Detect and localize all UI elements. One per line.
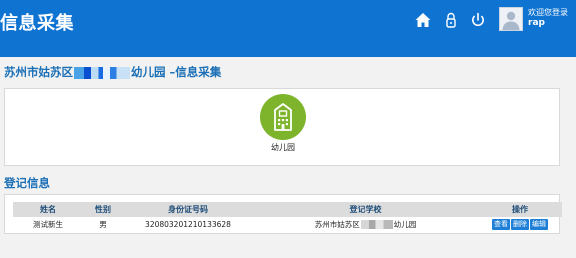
column-header-name: 姓名 [40,205,56,214]
page-title-suffix: 幼儿园 –信息采集 [131,65,222,79]
registration-table: 姓名 性别 身份证号码 登记学校 操作 测试新生 男 3208032012101… [13,202,562,231]
edit-button[interactable]: 编辑 [530,218,548,230]
view-button[interactable]: 查看 [492,218,510,230]
avatar[interactable] [499,7,523,31]
school-suffix: 幼儿园 [393,219,417,229]
column-header-school: 登记学校 [349,205,382,214]
table-row: 测试新生 男 320803201210133628 苏州市姑苏区 幼儿园 查看 删除… [13,217,562,231]
power-icon[interactable] [469,11,487,29]
redacted-school-name [360,220,393,229]
category-panel: 幼儿园 [4,88,560,166]
registration-table-container: 姓名 性别 身份证号码 登记学校 操作 测试新生 男 3208032012101… [4,194,562,234]
column-header-sex: 性别 [95,205,111,214]
registration-section-title: 登记信息 [4,176,50,190]
cell-id-number: 320803201210133628 [145,219,231,229]
app-title: 信息采集 [0,13,74,34]
page-title: 苏州市姑苏区 幼儿园 –信息采集 [4,64,221,80]
redacted-school-name [74,66,130,79]
kindergarten-circle [260,94,306,140]
cell-sex: 男 [99,219,107,229]
cell-name: 测试新生 [33,219,63,229]
school-prefix: 苏州市姑苏区 [314,219,360,229]
kindergarten-label: 幼儿园 [271,143,295,152]
cell-school: 苏州市姑苏区 幼儿园 [253,217,478,231]
lock-icon[interactable] [442,11,460,29]
column-header-actions: 操作 [512,205,528,214]
column-header-id-number: 身份证号码 [168,205,208,214]
top-header: 信息采集 欢迎您登录 rap [0,0,576,57]
kindergarten-card[interactable]: 幼儿园 [255,94,311,158]
school-building-icon [274,103,292,131]
welcome-text: 欢迎您登录 [528,8,568,17]
cell-actions: 查看 删除 编辑 [478,217,562,231]
username[interactable]: rap [528,18,545,29]
table-header-row: 姓名 性别 身份证号码 登记学校 操作 [13,202,562,217]
page-title-prefix: 苏州市姑苏区 [4,65,73,79]
delete-button[interactable]: 删除 [511,218,529,230]
home-icon[interactable] [414,11,432,29]
